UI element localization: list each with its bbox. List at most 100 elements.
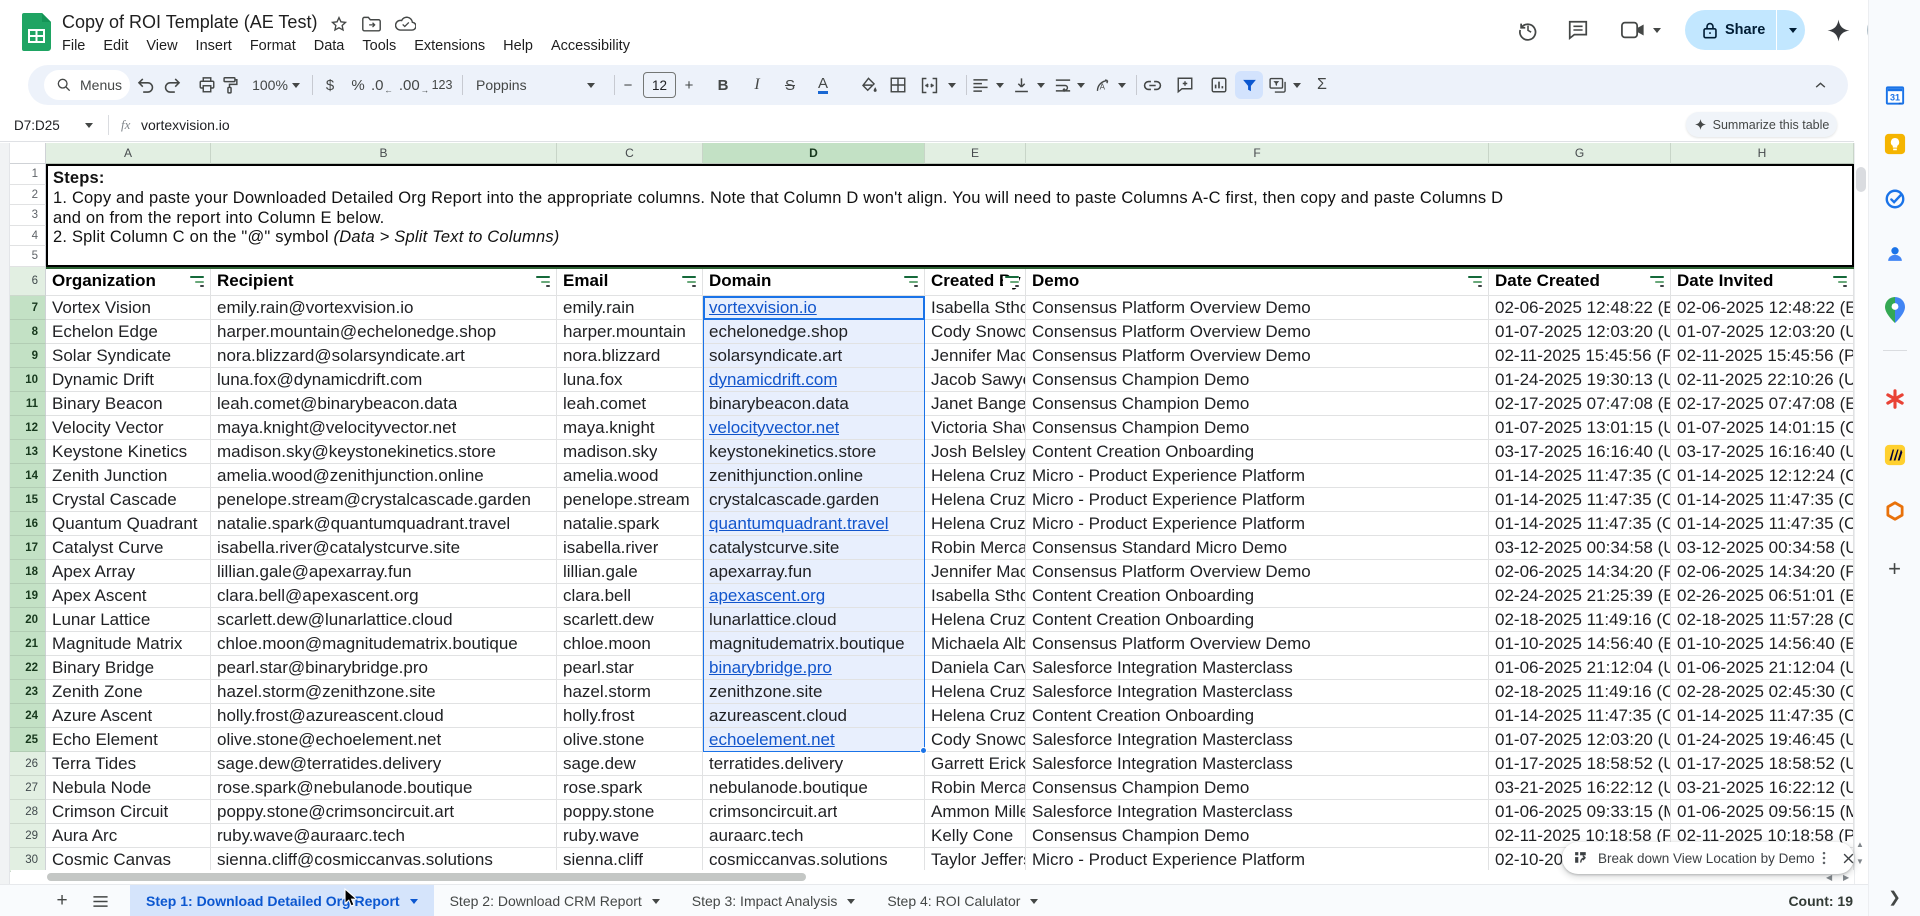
zoom-select[interactable]: 100% <box>256 65 284 105</box>
cell-C18[interactable]: lillian.gale <box>557 560 703 584</box>
cell-A21[interactable]: Magnitude Matrix <box>46 632 211 656</box>
row-header-26[interactable]: 26 <box>10 752 46 776</box>
cell-E30[interactable]: Taylor Jefferson <box>925 848 1026 872</box>
version-history-icon[interactable] <box>1517 19 1539 41</box>
cell-C30[interactable]: sienna.cliff <box>557 848 703 872</box>
cell-D8[interactable]: echelonedge.shop <box>703 320 925 344</box>
cell-C16[interactable]: natalie.spark <box>557 512 703 536</box>
cell-A9[interactable]: Solar Syndicate <box>46 344 211 368</box>
row-header-19[interactable]: 19 <box>10 584 46 608</box>
cell-A18[interactable]: Apex Array <box>46 560 211 584</box>
maps-icon[interactable] <box>1885 297 1905 328</box>
table-header-cell[interactable]: Recipient <box>211 267 557 296</box>
font-size-input[interactable]: 12 <box>643 72 676 98</box>
cell-G16[interactable]: 01-14-2025 11:47:35 (CDT) <box>1489 512 1671 536</box>
cell-A14[interactable]: Zenith Junction <box>46 464 211 488</box>
cell-H17[interactable]: 03-12-2025 00:34:58 (UTC) <box>1671 536 1854 560</box>
cell-C22[interactable]: pearl.star <box>557 656 703 680</box>
cell-E28[interactable]: Ammon Miller <box>925 800 1026 824</box>
cell-A22[interactable]: Binary Bridge <box>46 656 211 680</box>
row-header-27[interactable]: 27 <box>10 776 46 800</box>
cell-E16[interactable]: Helena Cruz <box>925 512 1026 536</box>
select-all-corner[interactable] <box>10 143 46 164</box>
asterisk-addon-icon[interactable] <box>1884 388 1906 415</box>
cell-E8[interactable]: Cody Snowcroft <box>925 320 1026 344</box>
cell-E25[interactable]: Cody Snowcroft <box>925 728 1026 752</box>
cell-B22[interactable]: pearl.star@binarybridge.pro <box>211 656 557 680</box>
cell-H21[interactable]: 01-10-2025 14:56:40 (EDT) <box>1671 632 1854 656</box>
cell-F29[interactable]: Consensus Champion Demo <box>1026 824 1489 848</box>
row-header-15[interactable]: 15 <box>10 488 46 512</box>
cell-D18[interactable]: apexarray.fun <box>703 560 925 584</box>
row-header-30[interactable]: 30 <box>10 848 46 872</box>
domain-link[interactable]: vortexvision.io <box>709 298 817 318</box>
row-header-29[interactable]: 29 <box>10 824 46 848</box>
suggestion-toast[interactable]: Break down View Location by Demo <box>1562 842 1854 874</box>
font-dropdown-icon[interactable] <box>585 65 597 105</box>
cell-H24[interactable]: 01-14-2025 11:47:35 (CDT) <box>1671 704 1854 728</box>
cell-G9[interactable]: 02-11-2025 15:45:56 (PDT) <box>1489 344 1671 368</box>
table-header-cell[interactable]: Demo <box>1026 267 1489 296</box>
cell-B10[interactable]: luna.fox@dynamicdrift.com <box>211 368 557 392</box>
insert-comment-button[interactable] <box>1171 65 1199 105</box>
row-header-11[interactable]: 11 <box>10 392 46 416</box>
cell-D28[interactable]: crimsoncircuit.art <box>703 800 925 824</box>
cell-H23[interactable]: 02-28-2025 02:45:30 (CET) <box>1671 680 1854 704</box>
cell-E24[interactable]: Helena Cruz <box>925 704 1026 728</box>
cell-C13[interactable]: madison.sky <box>557 440 703 464</box>
cell-E15[interactable]: Helena Cruz <box>925 488 1026 512</box>
strikethrough-button[interactable]: S <box>776 65 804 105</box>
all-sheets-button[interactable] <box>88 885 112 916</box>
row-header-8[interactable]: 8 <box>10 320 46 344</box>
cell-E10[interactable]: Jacob Sawyer <box>925 368 1026 392</box>
functions-button[interactable]: Σ <box>1308 65 1336 105</box>
row-header-3[interactable]: 3 <box>10 205 46 226</box>
decrease-decimal-button[interactable]: .0← <box>368 65 396 105</box>
table-header-cell[interactable]: Date Created <box>1489 267 1671 296</box>
cell-A7[interactable]: Vortex Vision <box>46 296 211 320</box>
cell-F21[interactable]: Consensus Platform Overview Demo <box>1026 632 1489 656</box>
cell-B23[interactable]: hazel.storm@zenithzone.site <box>211 680 557 704</box>
cell-B13[interactable]: madison.sky@keystonekinetics.store <box>211 440 557 464</box>
cell-F20[interactable]: Content Creation Onboarding <box>1026 608 1489 632</box>
domain-link[interactable]: echoelement.net <box>709 730 835 750</box>
sheet-tab-2[interactable]: Step 2: Download CRM Report <box>434 885 676 916</box>
cell-D30[interactable]: cosmiccanvas.solutions <box>703 848 925 872</box>
column-header-D[interactable]: D <box>703 143 925 164</box>
cell-C26[interactable]: sage.dew <box>557 752 703 776</box>
vertical-scrollbar[interactable] <box>1854 143 1868 884</box>
insert-link-button[interactable] <box>1138 65 1166 105</box>
decrease-font-size-button[interactable]: − <box>614 65 642 105</box>
cell-A27[interactable]: Nebula Node <box>46 776 211 800</box>
cell-D10[interactable]: dynamicdrift.com <box>703 368 925 392</box>
vertical-align-button[interactable] <box>1007 65 1035 105</box>
cell-F11[interactable]: Consensus Champion Demo <box>1026 392 1489 416</box>
cell-D20[interactable]: lunarlattice.cloud <box>703 608 925 632</box>
filter-icon[interactable] <box>1648 276 1664 288</box>
cell-D17[interactable]: catalystcurve.site <box>703 536 925 560</box>
more-formats-button[interactable]: 123 <box>428 65 456 105</box>
row-header-20[interactable]: 20 <box>10 608 46 632</box>
cell-F16[interactable]: Micro - Product Experience Platform <box>1026 512 1489 536</box>
insert-chart-button[interactable] <box>1205 65 1233 105</box>
cell-D15[interactable]: crystalcascade.garden <box>703 488 925 512</box>
cell-G10[interactable]: 01-24-2025 19:30:13 (UTC) <box>1489 368 1671 392</box>
row-header-1[interactable]: 1 <box>10 164 46 185</box>
cell-F14[interactable]: Micro - Product Experience Platform <box>1026 464 1489 488</box>
column-header-A[interactable]: A <box>46 143 211 164</box>
column-header-G[interactable]: G <box>1489 143 1671 164</box>
horizontal-align-button[interactable] <box>966 65 994 105</box>
cell-F7[interactable]: Consensus Platform Overview Demo <box>1026 296 1489 320</box>
cell-C20[interactable]: scarlett.dew <box>557 608 703 632</box>
cell-A30[interactable]: Cosmic Canvas <box>46 848 211 872</box>
cell-G7[interactable]: 02-06-2025 12:48:22 (EST) <box>1489 296 1671 320</box>
undo-button[interactable] <box>131 65 159 105</box>
cell-B15[interactable]: penelope.stream@crystalcascade.garden <box>211 488 557 512</box>
column-header-C[interactable]: C <box>557 143 703 164</box>
cell-B27[interactable]: rose.spark@nebulanode.boutique <box>211 776 557 800</box>
row-header-9[interactable]: 9 <box>10 344 46 368</box>
cell-G27[interactable]: 03-21-2025 16:22:12 (UTC) <box>1489 776 1671 800</box>
orange-ring-addon-icon[interactable] <box>1884 500 1906 527</box>
get-addons-icon[interactable]: + <box>1888 556 1901 582</box>
cell-A11[interactable]: Binary Beacon <box>46 392 211 416</box>
